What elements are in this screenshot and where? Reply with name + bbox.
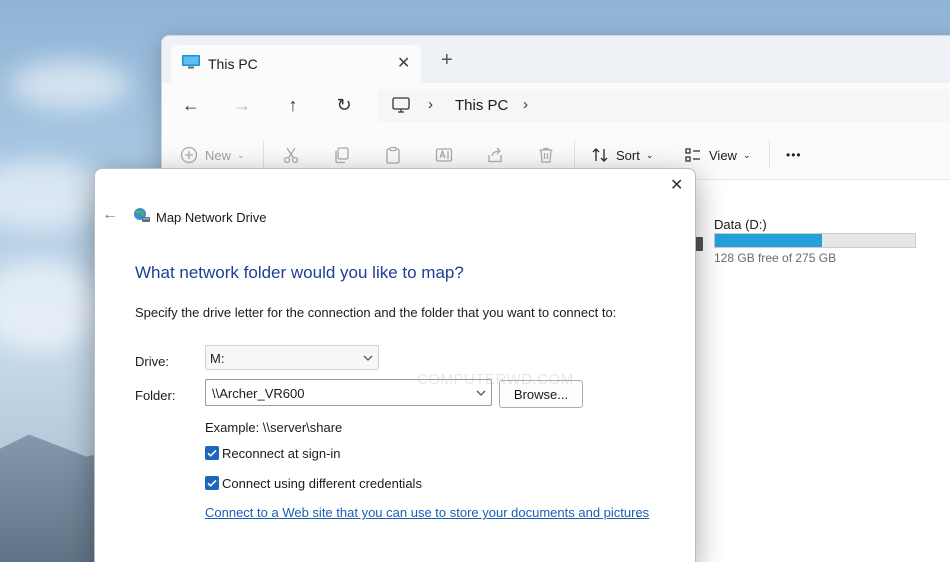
breadcrumb-this-pc[interactable]: This PC: [455, 97, 508, 114]
forward-arrow-icon[interactable]: →: [229, 93, 255, 117]
rename-icon: [435, 148, 453, 162]
address-bar[interactable]: › This PC ›: [378, 89, 950, 122]
close-icon[interactable]: ✕: [670, 175, 683, 195]
explorer-titlebar: This PC ✕ +: [162, 36, 950, 83]
monitor-outline-icon: [392, 97, 410, 113]
delete-button[interactable]: [537, 144, 555, 166]
paste-button[interactable]: [384, 144, 402, 166]
drive-letter-value: M:: [210, 351, 225, 366]
monitor-icon: [182, 55, 200, 69]
dialog-instructions: Specify the drive letter for the connect…: [135, 305, 617, 320]
back-arrow-icon[interactable]: ←: [178, 93, 204, 117]
tab-title: This PC: [208, 56, 258, 72]
drive-usage-fill: [715, 234, 822, 247]
chevron-down-icon: [363, 355, 373, 361]
dialog-heading: What network folder would you like to ma…: [135, 263, 464, 282]
share-icon: [488, 147, 502, 163]
chevron-down-icon: ⌄: [645, 149, 654, 160]
drive-label: Data (D:): [714, 217, 767, 232]
example-path: Example: \\server\share: [205, 420, 343, 435]
paste-icon: [386, 146, 400, 164]
plus-circle-icon: [180, 146, 198, 164]
credentials-checkbox[interactable]: [205, 476, 219, 490]
checkmark-icon: [207, 449, 217, 457]
map-network-drive-dialog: ✕ ← Map Network Drive What network folde…: [94, 168, 696, 562]
sort-button[interactable]: Sort ⌄: [591, 144, 653, 166]
view-icon: [685, 148, 700, 162]
cut-icon: [283, 147, 299, 164]
drive-field-label: Drive:: [135, 354, 169, 369]
tab-this-pc[interactable]: This PC ✕: [171, 45, 421, 83]
new-label: New: [205, 147, 232, 163]
cut-button[interactable]: [282, 144, 300, 166]
credentials-label[interactable]: Connect using different credentials: [222, 476, 422, 491]
delete-icon: [539, 147, 553, 163]
breadcrumb-chevron-icon[interactable]: ›: [523, 96, 528, 113]
up-arrow-icon[interactable]: ↑: [280, 93, 306, 117]
drive-usage-bar: [714, 233, 916, 248]
rename-button[interactable]: [435, 144, 453, 166]
network-drive-icon: [134, 208, 150, 222]
watermark: COMPUTERWD.COM: [417, 371, 574, 388]
more-options-icon[interactable]: •••: [786, 144, 802, 166]
chevron-down-icon[interactable]: [475, 387, 487, 399]
new-tab-icon[interactable]: +: [441, 50, 453, 70]
copy-button[interactable]: [333, 144, 351, 166]
chevron-down-icon: ⌄: [742, 149, 751, 160]
checkmark-icon: [207, 479, 217, 487]
reconnect-checkbox[interactable]: [205, 446, 219, 460]
folder-path-value: \\Archer_VR600: [212, 386, 305, 401]
sort-icon: [592, 148, 608, 162]
reconnect-label[interactable]: Reconnect at sign-in: [222, 446, 341, 461]
navigation-bar: ← → ↑ ↻ › This PC ›: [162, 83, 950, 128]
web-site-link[interactable]: Connect to a Web site that you can use t…: [205, 505, 649, 520]
copy-icon: [335, 147, 349, 164]
drive-data-d[interactable]: Data (D:) 128 GB free of 275 GB: [714, 217, 916, 265]
dialog-title: Map Network Drive: [156, 210, 267, 225]
chevron-down-icon: ⌄: [237, 149, 245, 160]
drive-icon: [695, 237, 703, 251]
link-suffix: .: [636, 505, 640, 520]
back-arrow-icon[interactable]: ←: [102, 206, 118, 224]
share-button[interactable]: [486, 144, 504, 166]
drive-free-space: 128 GB free of 275 GB: [714, 251, 837, 265]
drive-letter-select[interactable]: M:: [205, 345, 379, 370]
refresh-icon[interactable]: ↻: [331, 93, 357, 117]
new-button[interactable]: New ⌄: [180, 144, 245, 166]
view-label: View: [709, 147, 737, 163]
view-button[interactable]: View ⌄: [684, 144, 751, 166]
tab-close-icon[interactable]: ✕: [397, 53, 410, 73]
folder-field-label: Folder:: [135, 388, 176, 403]
sort-label: Sort: [616, 147, 640, 163]
breadcrumb-chevron-icon[interactable]: ›: [428, 96, 433, 113]
